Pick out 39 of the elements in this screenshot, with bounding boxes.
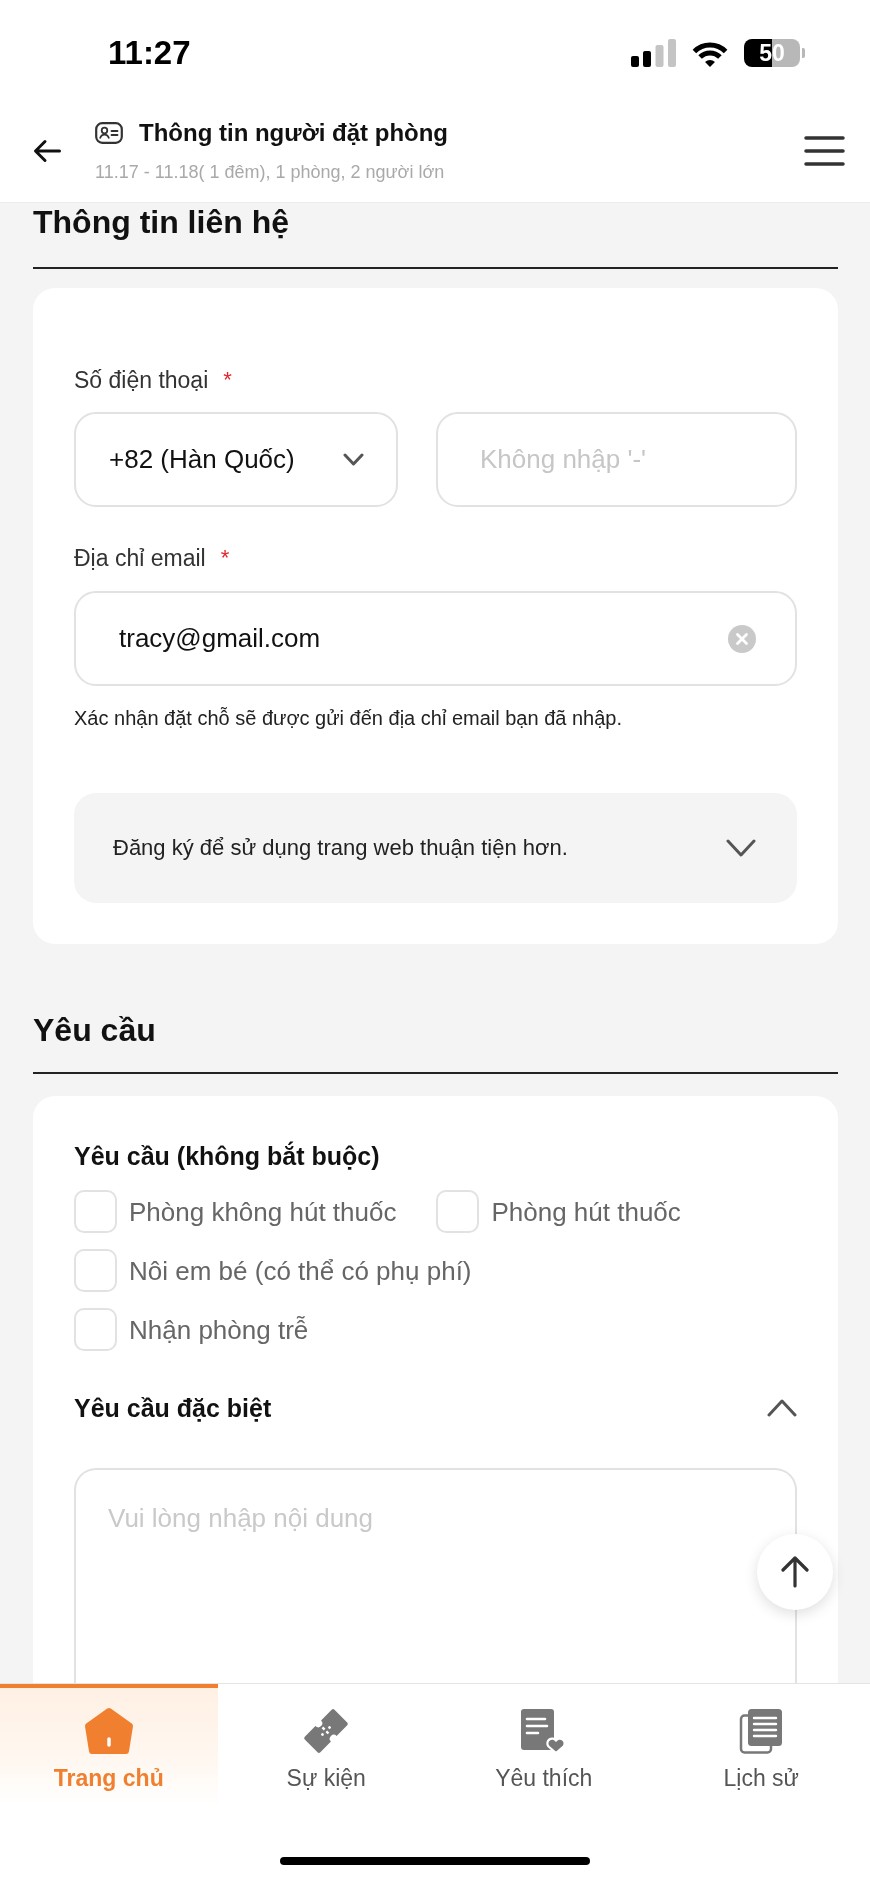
phone-number-input[interactable]: Không nhập '-' — [436, 412, 797, 507]
clear-icon[interactable] — [728, 624, 756, 653]
field-label: Số điện thoại — [74, 366, 209, 394]
arrow-up-icon — [780, 1556, 810, 1588]
battery-indicator: 50 — [744, 39, 805, 67]
option-label[interactable]: Nhận phòng trễ — [129, 1314, 309, 1345]
page-title: Thông tin người đặt phòng — [139, 119, 449, 147]
chevron-down-icon — [343, 453, 364, 466]
checkbox[interactable] — [74, 1308, 117, 1351]
special-request-title: Yêu cầu đặc biệt — [74, 1393, 272, 1423]
nav-tab[interactable]: Sự kiện — [217, 1684, 435, 1806]
ticket-icon — [303, 1708, 350, 1754]
country-code-select[interactable]: +82 (Hàn Quốc) — [74, 412, 398, 507]
id-card-icon — [95, 122, 123, 144]
stacked-documents-icon — [739, 1708, 784, 1754]
email-note: Xác nhận đặt chỗ sẽ được gửi đến địa chỉ email bạn đã nhập. — [74, 706, 624, 731]
required-asterisk: * — [223, 366, 232, 394]
checkbox[interactable] — [74, 1190, 117, 1233]
menu-icon[interactable] — [804, 135, 845, 167]
status-time: 11:27 — [108, 34, 191, 72]
options-title: Yêu cầu (không bắt buộc) — [74, 1141, 380, 1171]
required-asterisk: * — [220, 544, 230, 572]
email-input[interactable]: tracy@gmail.com — [74, 591, 797, 686]
signup-accordion[interactable]: Đăng ký để sử dụng trang web thuận tiện hơn. — [74, 793, 797, 903]
option-label[interactable]: Nôi em bé (có thể có phụ phí) — [129, 1255, 472, 1286]
checkbox[interactable] — [74, 1249, 117, 1292]
field-label: Địa chỉ email — [74, 544, 206, 572]
back-arrow-icon[interactable] — [33, 139, 61, 163]
section-heading: Thông tin liên hệ — [33, 203, 289, 241]
option-label[interactable]: Phòng hút thuốc — [491, 1196, 681, 1227]
section-heading: Yêu cầu — [33, 1011, 156, 1049]
wifi-icon — [691, 39, 729, 67]
nav-tab[interactable]: Lịch sử — [652, 1684, 870, 1806]
checkbox[interactable] — [436, 1190, 480, 1233]
booking-summary: 11.17 - 11.18( 1 đêm), 1 phòng, 2 người lớn — [95, 161, 445, 183]
option-label[interactable]: Phòng không hút thuốc — [129, 1196, 397, 1227]
nav-tab[interactable]: Yêu thích — [435, 1684, 653, 1806]
home-icon — [83, 1707, 134, 1755]
cellular-signal-icon — [631, 39, 676, 67]
